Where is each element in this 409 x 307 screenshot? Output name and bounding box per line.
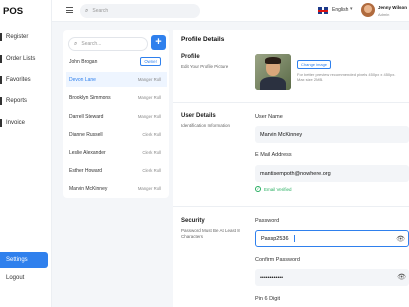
list-item[interactable]: Dianne Russell Clerk Roll: [66, 127, 167, 142]
search-placeholder: Search...: [81, 41, 102, 47]
divider: [173, 102, 409, 103]
password-value: Passp2536: [261, 235, 289, 242]
user-name: Marvin McKinney: [69, 185, 108, 192]
top-header: ⌕ Search English ▾ Jenny Wilson Admin: [52, 0, 409, 22]
header-search-input[interactable]: ⌕ Search: [80, 4, 200, 18]
sidebar: POS Register Order Lists Favorites Repor…: [0, 0, 52, 307]
password-label: Password: [255, 218, 280, 224]
header-user-role: Admin: [378, 12, 390, 17]
email-value: mantisempoth@nowhere.org: [260, 170, 331, 177]
profile-section-desc: Edit Your Profile Picture: [181, 64, 229, 69]
user-role: Clerk Roll: [142, 168, 161, 173]
user-role-badge: Owner: [140, 57, 161, 66]
list-item[interactable]: Darrell Steward Manger Roll: [66, 109, 167, 124]
user-role: Manger Roll: [137, 114, 161, 119]
list-item[interactable]: Marvin McKinney Manger Roll: [66, 181, 167, 196]
email-field[interactable]: mantisempoth@nowhere.org: [255, 165, 409, 182]
list-item[interactable]: Leslie Alexander Clerk Roll: [66, 145, 167, 160]
favorites-icon: [0, 76, 2, 84]
user-role: Manger Roll: [137, 77, 161, 82]
user-search-input[interactable]: ⌕ Search...: [68, 37, 148, 51]
search-icon: ⌕: [85, 7, 89, 14]
add-user-button[interactable]: +: [151, 35, 166, 50]
sidebar-item-label: Register: [6, 34, 29, 40]
confirm-password-label: Confirm Password: [255, 257, 300, 263]
sidebar-item-order-lists[interactable]: Order Lists: [0, 52, 52, 66]
user-name: Darrell Steward: [69, 113, 104, 120]
sidebar-item-settings[interactable]: Settings: [0, 252, 48, 268]
search-icon: ⌕: [74, 40, 78, 47]
user-name: Brooklyn Simmons: [69, 94, 111, 101]
reports-icon: [0, 97, 2, 105]
sidebar-item-label: Favorites: [6, 77, 31, 83]
pin-label: Pin 6 Digit: [255, 296, 281, 302]
eye-icon[interactable]: 👁: [396, 235, 405, 243]
register-icon: [0, 33, 2, 41]
hamburger-menu-icon[interactable]: [66, 7, 73, 13]
header-user-name: Jenny Wilson: [378, 5, 407, 10]
list-item[interactable]: Esther Howard Clerk Roll: [66, 163, 167, 178]
confirm-password-field[interactable]: •••••••••••• 👁: [255, 269, 409, 286]
user-role: Manger Roll: [137, 95, 161, 100]
password-field[interactable]: Passp2536 👁: [255, 230, 409, 247]
app-logo: POS: [3, 6, 24, 17]
chevron-down-icon[interactable]: ▾: [350, 6, 353, 12]
invoice-icon: [0, 119, 2, 127]
user-name: Dianne Russell: [69, 131, 103, 138]
sidebar-item-logout[interactable]: Logout: [0, 271, 52, 285]
user-list-panel: ⌕ Search... + John Brogan Owner Devon La…: [63, 30, 169, 198]
image-hint: For better preview recommended pixels 45…: [297, 72, 396, 82]
username-value: Marvin McKinney: [260, 131, 303, 138]
verified-label: Email Verified: [264, 186, 292, 192]
user-name: Esther Howard: [69, 167, 103, 174]
uk-flag-icon: [318, 7, 328, 14]
check-circle-icon: ✓: [255, 186, 261, 192]
search-placeholder: Search: [92, 8, 109, 14]
sidebar-item-label: Reports: [6, 98, 28, 104]
list-item[interactable]: Brooklyn Simmons Manger Roll: [66, 90, 167, 105]
list-item[interactable]: Devon Lane Manger Roll: [66, 72, 167, 87]
user-role: Manger Roll: [137, 186, 161, 191]
page-title: Profile Details: [181, 36, 225, 43]
user-name: John Brogan: [69, 58, 98, 65]
text-cursor: [293, 235, 295, 242]
confirm-password-value: ••••••••••••: [260, 274, 284, 281]
profile-section-title: Profile: [181, 54, 200, 60]
order-list-icon: [0, 55, 2, 63]
user-details-title: User Details: [181, 113, 216, 119]
user-role: Clerk Roll: [142, 150, 161, 155]
security-desc: Password Must Be At Least 8 Characters: [181, 228, 240, 239]
username-field[interactable]: Marvin McKinney: [255, 126, 409, 143]
user-name: Leslie Alexander: [69, 149, 106, 156]
profile-details-panel: Profile Details Profile Edit Your Profil…: [173, 30, 409, 307]
user-name: Devon Lane: [69, 76, 96, 83]
change-image-button[interactable]: Change image: [297, 60, 332, 69]
sidebar-item-favorites[interactable]: Favorites: [0, 73, 52, 87]
sidebar-item-label: Order Lists: [6, 56, 36, 62]
eye-off-icon[interactable]: 👁: [397, 273, 406, 281]
user-details-desc: Identification Information: [181, 123, 231, 128]
sidebar-item-register[interactable]: Register: [0, 30, 52, 44]
username-label: User Name: [255, 114, 283, 120]
profile-picture: [255, 54, 291, 90]
email-label: E Mail Address: [255, 152, 292, 158]
avatar[interactable]: [361, 3, 375, 17]
sidebar-item-label: Invoice: [6, 120, 26, 126]
security-title: Security: [181, 218, 205, 224]
list-item[interactable]: John Brogan Owner: [66, 54, 167, 69]
language-select[interactable]: English: [332, 7, 348, 13]
email-verified-status: ✓ Email Verified: [255, 186, 292, 192]
user-role: Clerk Roll: [142, 132, 161, 137]
sidebar-item-reports[interactable]: Reports: [0, 94, 52, 108]
sidebar-item-invoice[interactable]: Invoice: [0, 116, 52, 130]
divider: [173, 206, 409, 207]
